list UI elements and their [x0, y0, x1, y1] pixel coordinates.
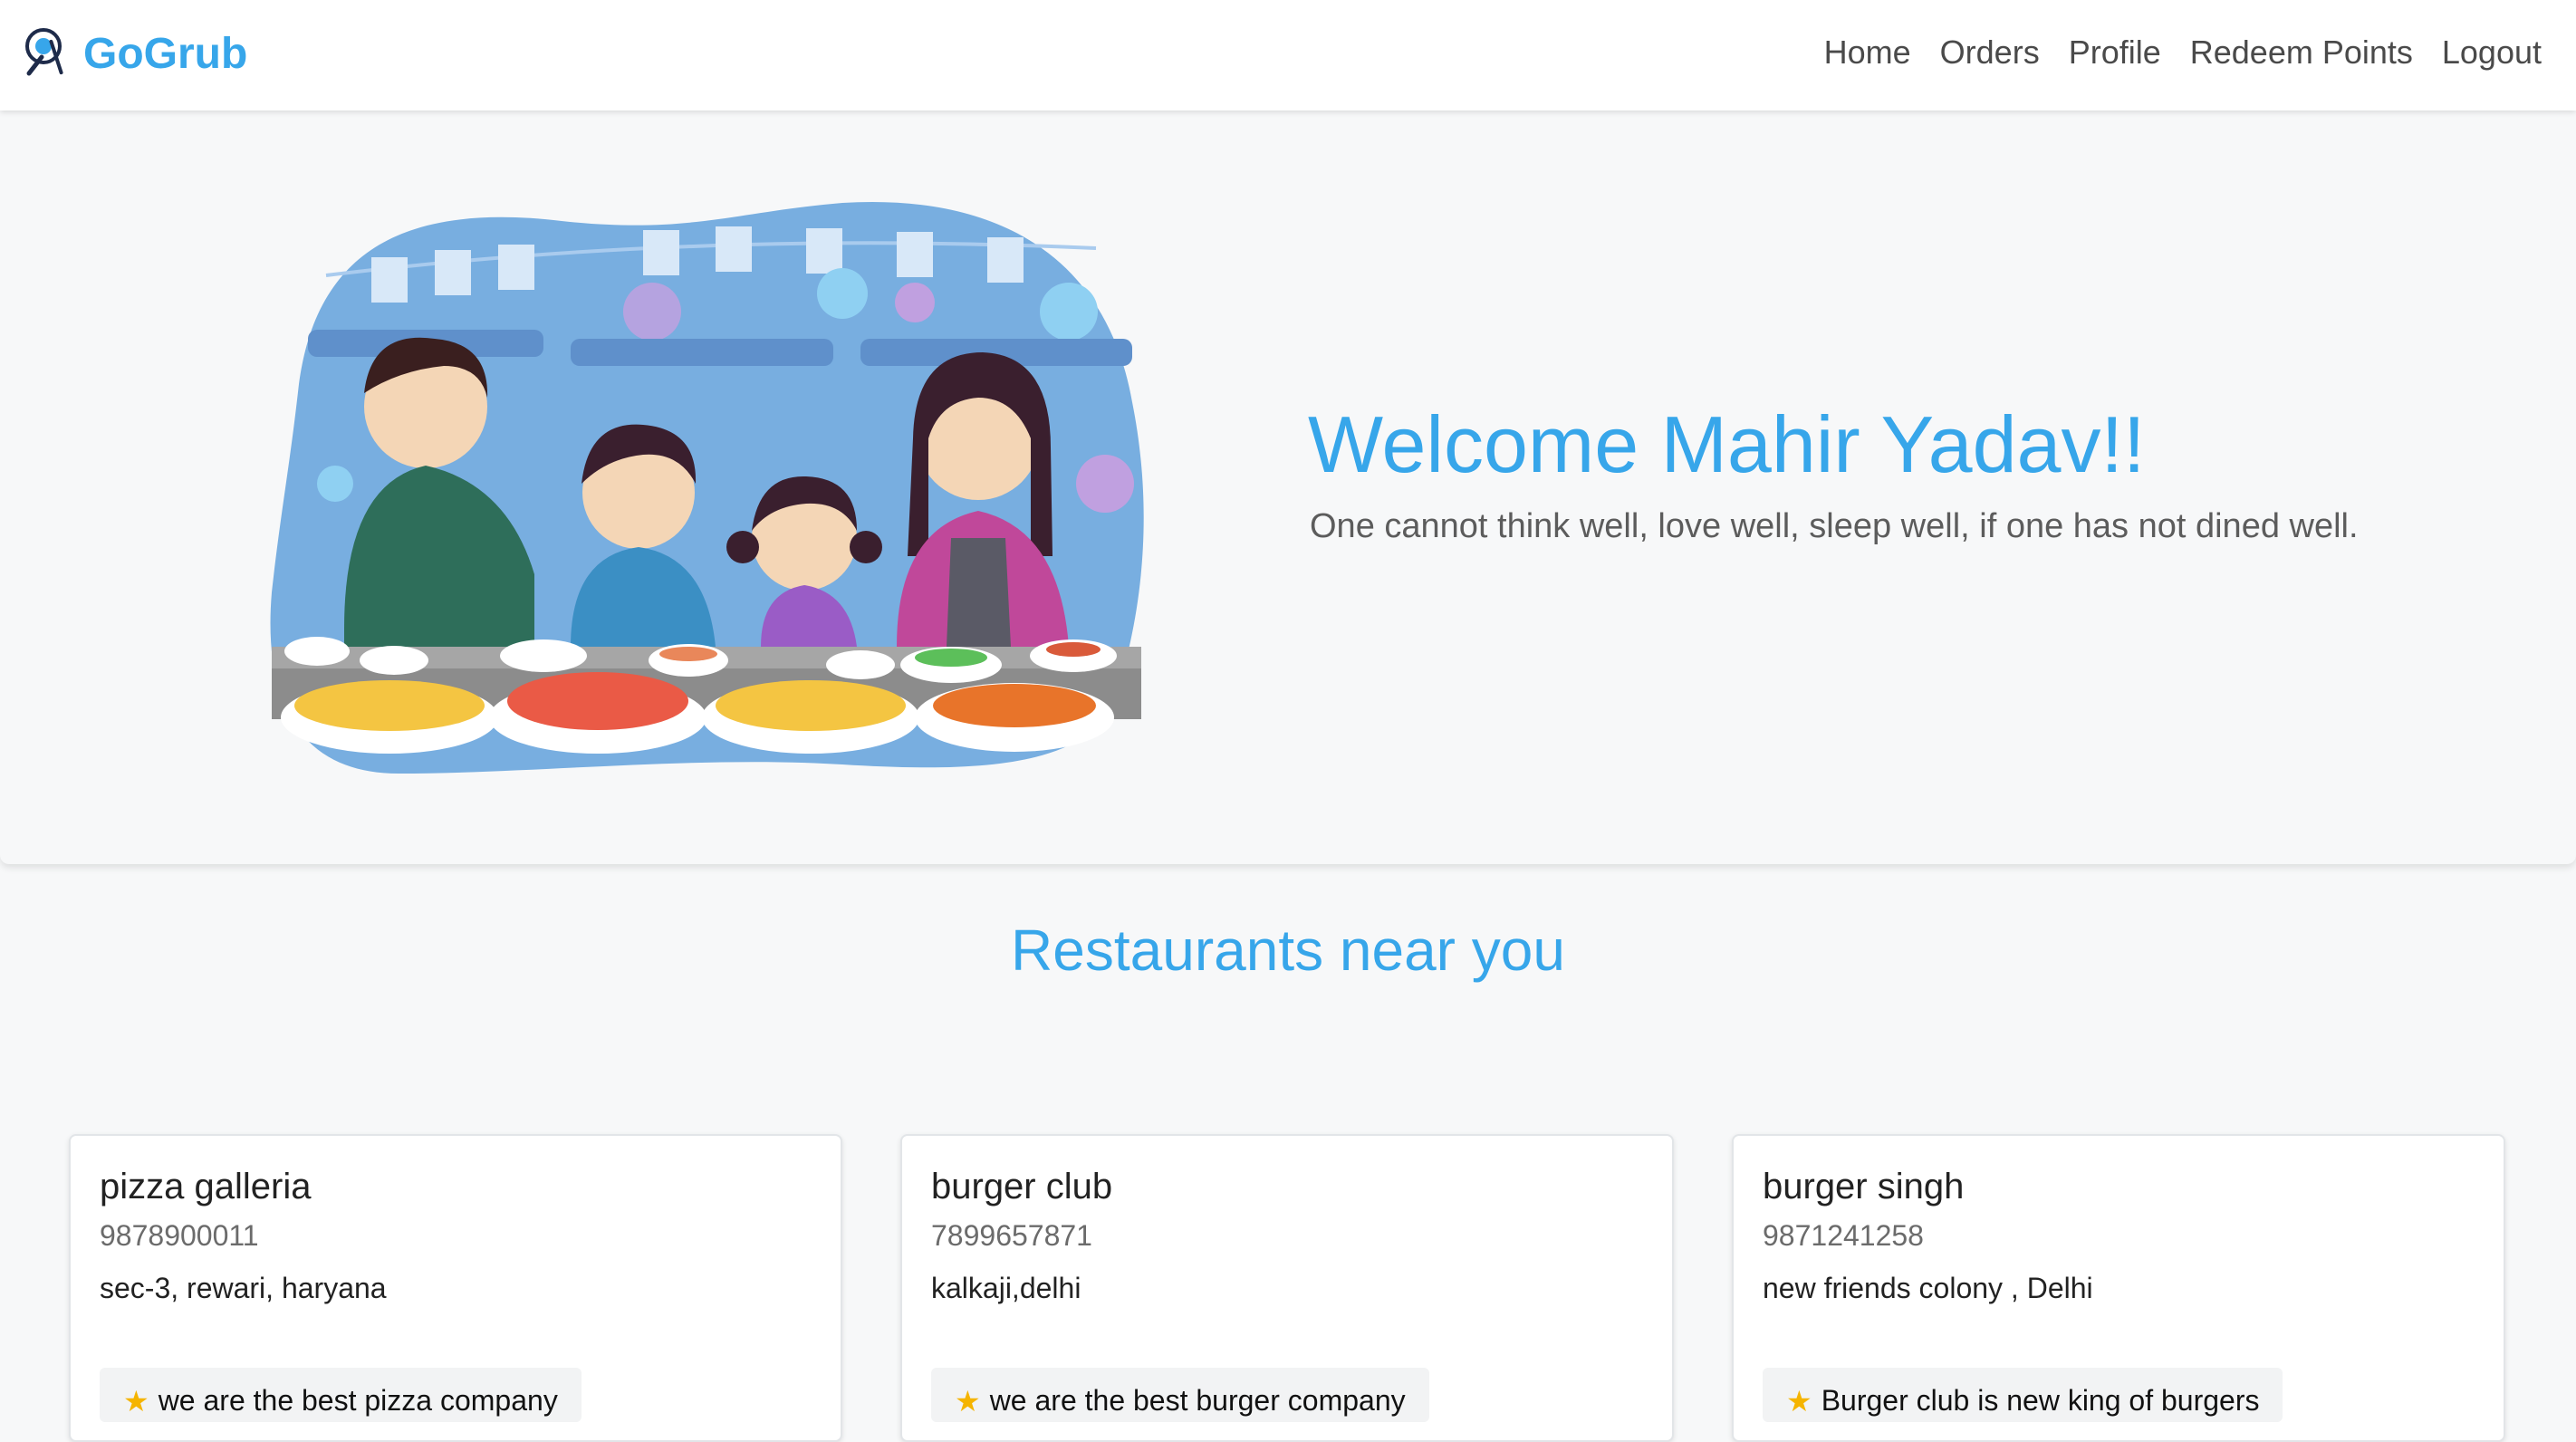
restaurant-phone: 7899657871	[931, 1219, 1092, 1252]
welcome-subtitle: One cannot think well, love well, sleep …	[1310, 507, 2359, 545]
restaurant-card[interactable]: pizza galleria 9878900011 sec-3, rewari,…	[69, 1134, 842, 1442]
star-icon: ★	[955, 1385, 981, 1418]
hero-section: Welcome Mahir Yadav!! One cannot think w…	[0, 111, 2576, 864]
restaurant-tagline-text: Burger club is new king of burgers	[1821, 1384, 2260, 1417]
restaurant-tagline: ★ we are the best pizza company	[100, 1368, 582, 1422]
restaurant-phone: 9878900011	[100, 1219, 259, 1252]
restaurant-name: burger club	[931, 1167, 1113, 1206]
restaurant-card[interactable]: burger club 7899657871 kalkaji,delhi ★ w…	[900, 1134, 1674, 1442]
family-dining-illustration	[270, 201, 1144, 774]
nav-links: Home Orders Profile Redeem Points Logout	[1824, 27, 2542, 78]
restaurant-address: sec-3, rewari, haryana	[100, 1272, 387, 1304]
star-icon: ★	[1786, 1385, 1812, 1418]
nav-link-profile[interactable]: Profile	[2069, 27, 2161, 78]
welcome-title: Welcome Mahir Yadav!!	[1308, 399, 2146, 489]
restaurant-tagline-text: we are the best pizza company	[158, 1384, 558, 1417]
nav-link-redeem-points[interactable]: Redeem Points	[2190, 27, 2413, 78]
restaurant-address: new friends colony , Delhi	[1763, 1272, 2093, 1304]
restaurant-address: kalkaji,delhi	[931, 1272, 1081, 1304]
restaurant-card[interactable]: burger singh 9871241258 new friends colo…	[1732, 1134, 2505, 1442]
fork-spoon-plate-icon	[25, 28, 63, 76]
star-icon: ★	[123, 1385, 149, 1418]
restaurant-name: burger singh	[1763, 1167, 1965, 1206]
top-navbar: GoGrub Home Orders Profile Redeem Points…	[0, 0, 2576, 111]
nav-link-logout[interactable]: Logout	[2442, 27, 2542, 78]
nav-link-orders[interactable]: Orders	[1940, 27, 2040, 78]
brand-link[interactable]: GoGrub	[22, 20, 247, 87]
restaurants-section-title: Restaurants near you	[1011, 918, 1565, 983]
nav-link-home[interactable]: Home	[1824, 27, 1911, 78]
restaurant-name: pizza galleria	[100, 1167, 312, 1206]
restaurant-tagline: ★ Burger club is new king of burgers	[1763, 1368, 2283, 1422]
brand-name: GoGrub	[83, 29, 248, 78]
restaurant-phone: 9871241258	[1763, 1219, 1924, 1252]
restaurant-tagline: ★ we are the best burger company	[931, 1368, 1429, 1422]
restaurant-tagline-text: we are the best burger company	[989, 1384, 1406, 1417]
